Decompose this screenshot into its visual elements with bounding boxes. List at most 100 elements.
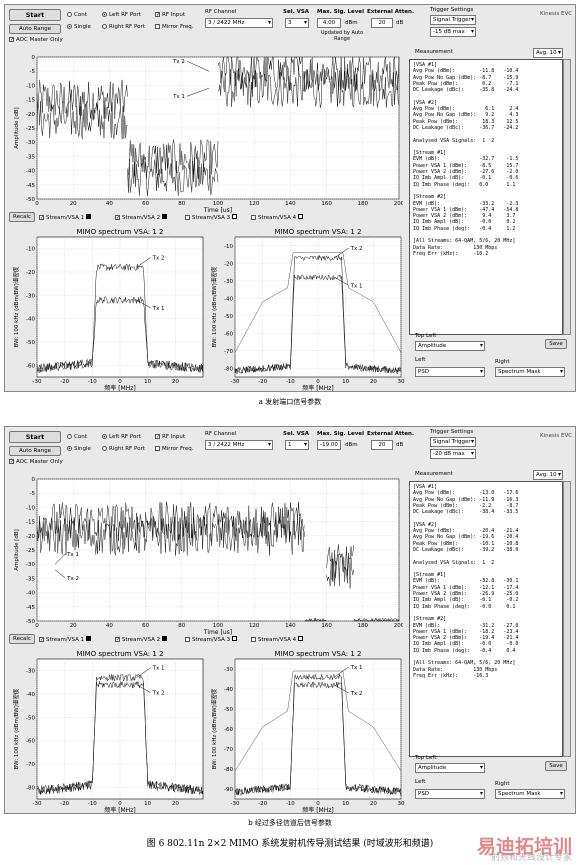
rf-input-checkbox[interactable]: ✓ RF Input <box>155 12 185 18</box>
radio-icon <box>102 24 107 29</box>
measurement-text-area[interactable]: [VSA #1] Avg Pow (dBm): -11.8 -10.4 Avg … <box>409 59 563 335</box>
x-tick-label: -30 <box>33 379 42 385</box>
start-button[interactable]: Start <box>9 431 61 443</box>
sel-vsa-select[interactable]: 1 <box>285 440 309 450</box>
right-view-label: Right <box>495 781 510 787</box>
recalc-button[interactable]: Recalc <box>9 634 35 644</box>
sel-vsa-select[interactable]: 3 <box>285 18 309 28</box>
stream-vsa-2-checkbox[interactable]: ✓ Stream/VSA 2 <box>115 636 168 643</box>
average-select[interactable]: Avg. 10 <box>533 48 563 58</box>
updated-note: Updated by Auto Range <box>320 30 364 42</box>
y-tick-label: -20 <box>26 112 35 118</box>
aoc-label: AOC Master Only <box>16 459 63 465</box>
ext-atten-input[interactable]: 20 <box>371 18 393 28</box>
y-tick-label: -30 <box>224 667 233 673</box>
save-button[interactable]: Save <box>545 339 567 349</box>
y-tick-label: -10 <box>26 505 35 511</box>
aoc-master-checkbox[interactable]: ✓ AOC Master Only <box>9 459 63 465</box>
stream-vsa-3-checkbox[interactable]: Stream/VSA 3 <box>185 636 238 643</box>
rf-channel-label: RF Channel <box>205 431 237 437</box>
start-button[interactable]: Start <box>9 9 61 21</box>
stream-color-swatch <box>86 636 92 641</box>
save-button[interactable]: Save <box>545 761 567 771</box>
right-rf-label: Right RF Port <box>109 446 145 452</box>
left-view-select[interactable]: PSD <box>415 789 485 799</box>
y-tick-label: -80 <box>26 785 35 791</box>
checkbox-icon: ✓ <box>39 637 45 643</box>
y-tick-label: -60 <box>26 739 35 745</box>
top-left-label: Top Left <box>415 333 437 339</box>
annotation-label: Tx 2 <box>350 691 363 697</box>
cont-radio[interactable]: Cont <box>67 434 87 440</box>
single-radio[interactable]: Single <box>67 446 91 452</box>
recalc-button[interactable]: Recalc <box>9 212 35 222</box>
top-left-select[interactable]: Amplitude <box>415 341 485 351</box>
average-select[interactable]: Avg. 10 <box>533 470 563 480</box>
mirror-freq-checkbox[interactable]: Mirror Freq. <box>155 24 193 30</box>
cont-radio[interactable]: Cont <box>67 12 87 18</box>
rf-channel-select[interactable]: 3 / 2422 MHz <box>205 440 273 450</box>
stream-vsa-1-checkbox[interactable]: ✓ Stream/VSA 1 <box>39 214 92 221</box>
top-left-label: Top Left <box>415 755 437 761</box>
auto-range-button[interactable]: Auto Range <box>9 24 61 34</box>
max-sig-unit: dBm <box>345 442 358 448</box>
stream-vsa-3-checkbox[interactable]: Stream/VSA 3 <box>185 214 238 221</box>
stream-label: Stream/VSA 2 <box>122 215 161 221</box>
y-tick-label: -50 <box>26 197 35 203</box>
stream-color-swatch <box>298 636 304 641</box>
x-tick-label: 0 <box>35 201 39 207</box>
rf-channel-label: RF Channel <box>205 9 237 15</box>
stream-vsa-2-checkbox[interactable]: ✓ Stream/VSA 2 <box>115 214 168 221</box>
measurement-label: Measurement <box>415 49 453 55</box>
left-view-label: Left <box>415 357 426 363</box>
left-view-select[interactable]: PSD <box>415 367 485 377</box>
y-tick-label: -5 <box>30 491 36 497</box>
left-rf-port-radio[interactable]: Left RF Port <box>102 12 141 18</box>
checkbox-icon <box>155 446 160 451</box>
measurement-text-area[interactable]: [VSA #1] Avg Pow (dBm): -13.0 -17.6 Avg … <box>409 481 563 757</box>
aoc-master-checkbox[interactable]: ✓ AOC Master Only <box>9 37 63 43</box>
stream-label: Stream/VSA 4 <box>258 637 297 643</box>
trigger-mode-select[interactable]: Signal Trigger <box>430 15 476 25</box>
auto-range-button[interactable]: Auto Range <box>9 446 61 456</box>
mirror-freq-checkbox[interactable]: Mirror Freq. <box>155 446 193 452</box>
rf-input-checkbox[interactable]: ✓ RF Input <box>155 434 185 440</box>
radio-icon <box>67 24 72 29</box>
x-tick-label: 10 <box>144 379 151 385</box>
annotation-label: Tx 2 <box>350 246 363 252</box>
radio-icon <box>102 434 107 439</box>
stream-vsa-1-checkbox[interactable]: ✓ Stream/VSA 1 <box>39 636 92 643</box>
right-view-label: Right <box>495 359 510 365</box>
single-radio[interactable]: Single <box>67 24 91 30</box>
stream-vsa-4-checkbox[interactable]: Stream/VSA 4 <box>251 636 304 643</box>
chart-time: 0 20 40 60 80 100 120 140 160 180 200 0 -5 -10 -15 -20-… <box>11 475 405 636</box>
x-tick-label: -10 <box>286 379 295 385</box>
x-axis-label: 频率 [MHz] <box>104 806 135 813</box>
ext-atten-input[interactable]: 20 <box>371 440 393 450</box>
y-axis-label: BW: 100 kHz (dBm/BW)谱密度 <box>12 266 20 347</box>
left-rf-port-radio[interactable]: Left RF Port <box>102 434 141 440</box>
y-axis-label: BW: 100 kHz (dBm/BW)谱密度 <box>210 688 218 769</box>
max-sig-input[interactable]: 4.00 <box>317 18 341 28</box>
radio-icon <box>102 446 107 451</box>
max-sig-input[interactable]: -19.00 <box>317 440 341 450</box>
rf-channel-select[interactable]: 3 / 2422 MHz <box>205 18 273 28</box>
right-rf-port-radio[interactable]: Right RF Port <box>102 446 145 452</box>
trigger-level-select[interactable]: -20 dB max <box>430 449 476 459</box>
right-view-select[interactable]: Spectrum Mask <box>495 367 565 377</box>
y-tick-label: -50 <box>26 715 35 721</box>
checkbox-icon: ✓ <box>155 434 161 440</box>
trigger-level-select[interactable]: -15 dB max <box>430 27 476 37</box>
stream-vsa-4-checkbox[interactable]: Stream/VSA 4 <box>251 214 304 221</box>
max-sig-label: Max. Sig. Level <box>317 431 364 437</box>
measurement-scrollbar[interactable] <box>563 481 571 757</box>
right-view-select[interactable]: Spectrum Mask <box>495 789 565 799</box>
y-tick-label: -60 <box>224 331 233 337</box>
right-rf-port-radio[interactable]: Right RF Port <box>102 24 145 30</box>
y-tick-label: -40 <box>26 591 35 597</box>
trigger-mode-select[interactable]: Signal Trigger <box>430 437 476 447</box>
measurement-scrollbar[interactable] <box>563 59 571 335</box>
x-tick-label: -10 <box>88 801 97 807</box>
top-left-select[interactable]: Amplitude <box>415 763 485 773</box>
annotation-label: Tx 1 <box>152 306 165 312</box>
